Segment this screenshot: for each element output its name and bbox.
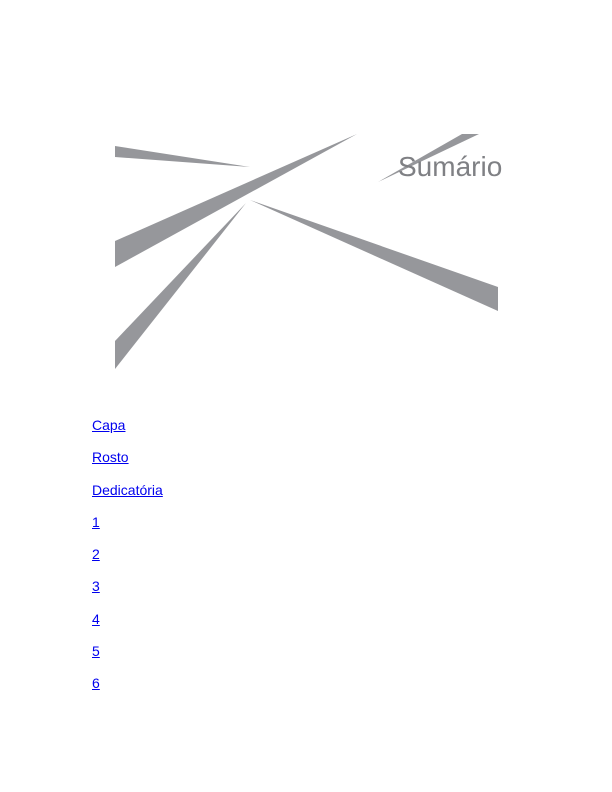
toc-item: Dedicatória bbox=[92, 480, 163, 512]
toc-item: 3 bbox=[92, 576, 163, 608]
ray-top-left bbox=[115, 146, 250, 167]
table-of-contents: Capa Rosto Dedicatória 1 2 3 4 5 6 bbox=[92, 415, 163, 706]
toc-item: Capa bbox=[92, 415, 163, 447]
ray-right bbox=[250, 200, 498, 311]
toc-link-chapter-3[interactable]: 3 bbox=[92, 578, 100, 594]
toc-link-chapter-5[interactable]: 5 bbox=[92, 643, 100, 659]
toc-link-chapter-6[interactable]: 6 bbox=[92, 675, 100, 691]
toc-item: 5 bbox=[92, 641, 163, 673]
toc-item: 6 bbox=[92, 673, 163, 705]
toc-item: Rosto bbox=[92, 447, 163, 479]
toc-link-chapter-2[interactable]: 2 bbox=[92, 546, 100, 562]
toc-link-chapter-1[interactable]: 1 bbox=[92, 514, 100, 530]
decorative-rays-graphic bbox=[115, 134, 498, 369]
toc-link-chapter-4[interactable]: 4 bbox=[92, 611, 100, 627]
toc-link-rosto[interactable]: Rosto bbox=[92, 449, 129, 465]
toc-link-capa[interactable]: Capa bbox=[92, 417, 125, 433]
toc-link-dedicatoria[interactable]: Dedicatória bbox=[92, 482, 163, 498]
toc-item: 4 bbox=[92, 609, 163, 641]
page-title: Sumário bbox=[398, 151, 503, 182]
toc-item: 2 bbox=[92, 544, 163, 576]
toc-item: 1 bbox=[92, 512, 163, 544]
